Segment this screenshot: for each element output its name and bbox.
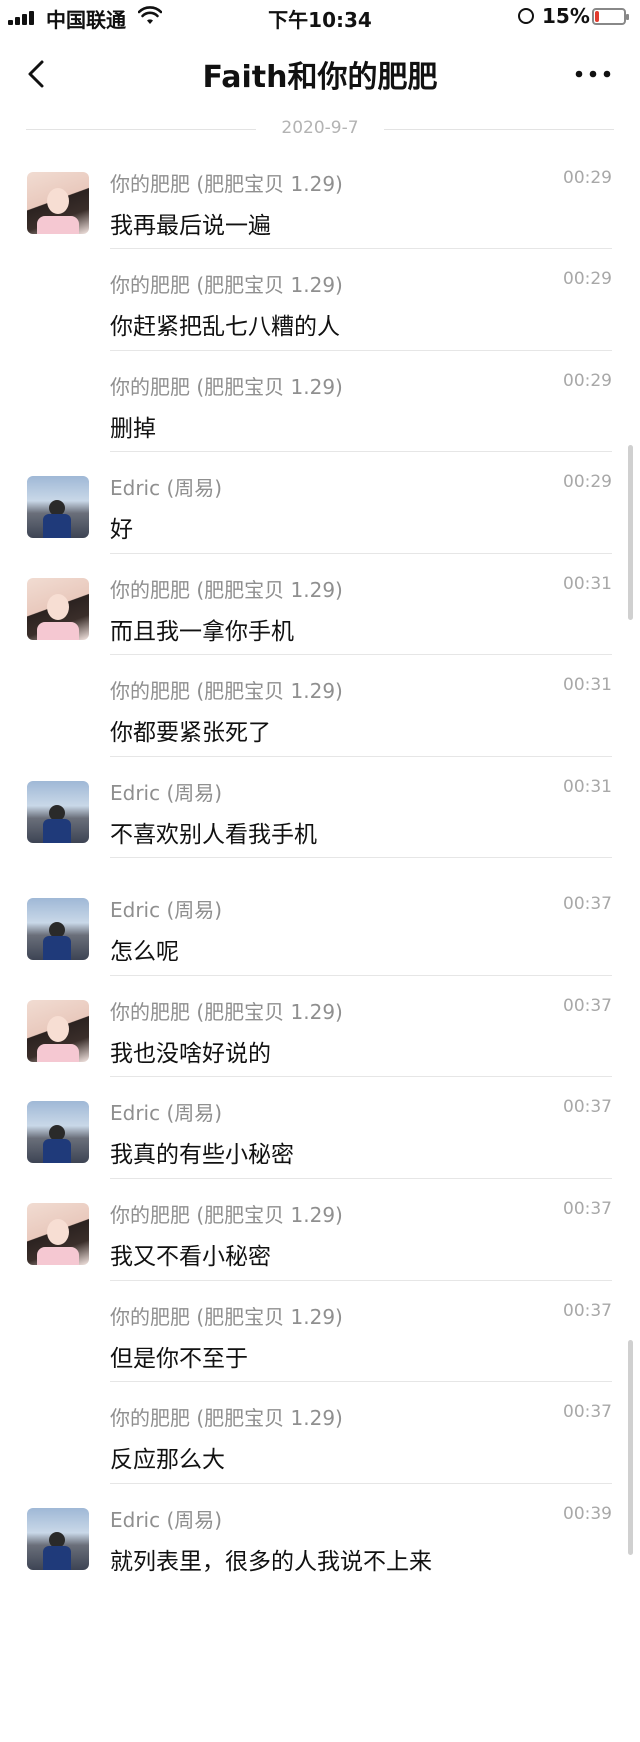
message-time: 00:37 <box>563 1301 612 1321</box>
chat-title: Faith和你的肥肥 <box>202 60 438 95</box>
message-text: 我也没啥好说的 <box>110 1041 271 1067</box>
sender-name: 你的肥肥 (肥肥宝贝 1.29) <box>110 375 343 399</box>
message-text: 你赶紧把乱七八糟的人 <box>110 314 340 340</box>
message-item[interactable]: 你的肥肥 (肥肥宝贝 1.29) 00:37 我也没啥好说的 <box>0 976 640 1077</box>
rotation-lock-icon <box>518 8 534 24</box>
message-text: 但是你不至于 <box>110 1346 248 1372</box>
battery-icon <box>592 8 629 25</box>
message-item[interactable]: Edric (周易) 00:39 就列表里，很多的人我说不上来 <box>0 1484 640 1604</box>
message-separator <box>110 857 612 858</box>
message-time: 00:31 <box>563 675 612 695</box>
message-time: 00:29 <box>563 269 612 289</box>
sender-name: 你的肥肥 (肥肥宝贝 1.29) <box>110 273 343 297</box>
avatar[interactable] <box>27 898 89 960</box>
message-text: 不喜欢别人看我手机 <box>110 822 317 848</box>
date-divider: 2020-9-7 <box>0 114 640 148</box>
status-bar: 中国联通 下午10:34 15% <box>0 0 640 34</box>
message-time: 00:29 <box>563 371 612 391</box>
message-item[interactable]: 你的肥肥 (肥肥宝贝 1.29) 00:37 但是你不至于 <box>0 1281 640 1382</box>
battery-percent: 15% <box>542 4 590 28</box>
sender-name: Edric (周易) <box>110 1101 223 1125</box>
message-time: 00:37 <box>563 1402 612 1422</box>
sender-name: Edric (周易) <box>110 476 223 500</box>
message-time: 00:39 <box>563 1504 612 1524</box>
message-text: 就列表里，很多的人我说不上来 <box>110 1549 432 1575</box>
message-time: 00:31 <box>563 574 612 594</box>
sender-name: 你的肥肥 (肥肥宝贝 1.29) <box>110 172 343 196</box>
message-text: 怎么呢 <box>110 939 179 965</box>
message-item[interactable]: 你的肥肥 (肥肥宝贝 1.29) 00:37 我又不看小秘密 <box>0 1179 640 1281</box>
sender-name: 你的肥肥 (肥肥宝贝 1.29) <box>110 1305 343 1329</box>
sender-name: Edric (周易) <box>110 1508 223 1532</box>
message-time: 00:31 <box>563 777 612 797</box>
scrollbar[interactable] <box>628 445 633 620</box>
message-time: 00:37 <box>563 1097 612 1117</box>
divider-line <box>384 129 614 130</box>
avatar[interactable] <box>27 1203 89 1265</box>
message-text: 而且我一拿你手机 <box>110 619 294 645</box>
sender-name: 你的肥肥 (肥肥宝贝 1.29) <box>110 578 343 602</box>
sender-name: 你的肥肥 (肥肥宝贝 1.29) <box>110 1203 343 1227</box>
sender-name: Edric (周易) <box>110 898 223 922</box>
message-time: 00:29 <box>563 168 612 188</box>
sender-name: 你的肥肥 (肥肥宝贝 1.29) <box>110 1406 343 1430</box>
message-text: 反应那么大 <box>110 1447 225 1473</box>
divider-line <box>26 129 256 130</box>
message-text: 我再最后说一遍 <box>110 213 271 239</box>
message-item[interactable]: Edric (周易) 00:37 我真的有些小秘密 <box>0 1077 640 1179</box>
sender-name: 你的肥肥 (肥肥宝贝 1.29) <box>110 679 343 703</box>
message-item[interactable]: 你的肥肥 (肥肥宝贝 1.29) 00:29 你赶紧把乱七八糟的人 <box>0 249 640 351</box>
message-item[interactable]: 你的肥肥 (肥肥宝贝 1.29) 00:29 我再最后说一遍 <box>0 148 640 249</box>
message-time: 00:29 <box>563 472 612 492</box>
more-dots-icon[interactable] <box>568 54 618 94</box>
message-text: 我真的有些小秘密 <box>110 1142 294 1168</box>
avatar[interactable] <box>27 1000 89 1062</box>
avatar[interactable] <box>27 578 89 640</box>
sender-name: Edric (周易) <box>110 781 223 805</box>
message-item[interactable]: 你的肥肥 (肥肥宝贝 1.29) 00:31 你都要紧张死了 <box>0 655 640 757</box>
message-time: 00:37 <box>563 894 612 914</box>
message-text: 删掉 <box>110 416 156 442</box>
message-item[interactable]: Edric (周易) 00:31 不喜欢别人看我手机 <box>0 757 640 858</box>
message-item[interactable]: 你的肥肥 (肥肥宝贝 1.29) 00:37 反应那么大 <box>0 1382 640 1484</box>
sender-name: 你的肥肥 (肥肥宝贝 1.29) <box>110 1000 343 1024</box>
avatar[interactable] <box>27 1508 89 1570</box>
avatar[interactable] <box>27 781 89 843</box>
scrollbar[interactable] <box>628 1340 633 1555</box>
message-text: 你都要紧张死了 <box>110 720 271 746</box>
message-time: 00:37 <box>563 996 612 1016</box>
navigation-bar: Faith和你的肥肥 <box>0 34 640 114</box>
message-item[interactable]: Edric (周易) 00:29 好 <box>0 452 640 554</box>
message-item[interactable]: Edric (周易) 00:37 怎么呢 <box>0 874 640 976</box>
avatar[interactable] <box>27 476 89 538</box>
message-item[interactable]: 你的肥肥 (肥肥宝贝 1.29) 00:31 而且我一拿你手机 <box>0 554 640 655</box>
message-text: 好 <box>110 517 133 543</box>
message-item[interactable]: 你的肥肥 (肥肥宝贝 1.29) 00:29 删掉 <box>0 351 640 452</box>
message-time: 00:37 <box>563 1199 612 1219</box>
avatar[interactable] <box>27 172 89 234</box>
message-text: 我又不看小秘密 <box>110 1244 271 1270</box>
date-label: 2020-9-7 <box>281 118 359 138</box>
avatar[interactable] <box>27 1101 89 1163</box>
